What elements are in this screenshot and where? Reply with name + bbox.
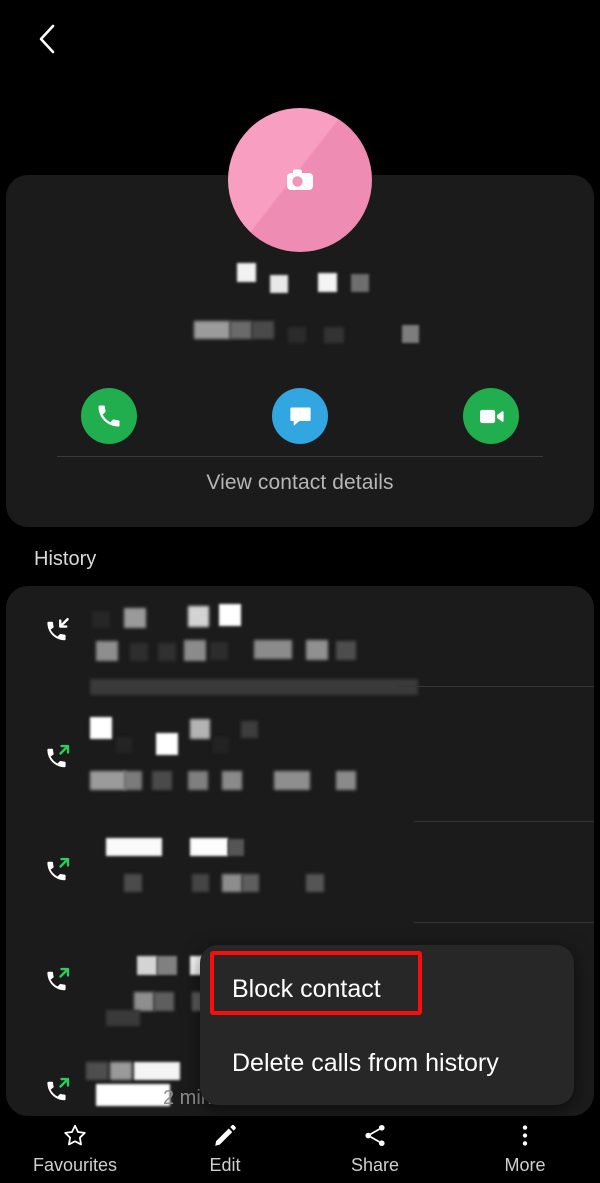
- camera-icon: [283, 165, 317, 195]
- history-heading: History: [34, 548, 97, 570]
- message-button[interactable]: [272, 388, 328, 444]
- contact-number-redacted: [6, 321, 594, 351]
- phone-icon: [98, 405, 120, 427]
- outgoing-call-icon: [42, 856, 72, 886]
- chevron-left-icon: [39, 24, 54, 54]
- context-menu: Block contact Delete calls from history: [200, 945, 574, 1105]
- top-bar: [0, 0, 600, 80]
- contact-action-buttons: [6, 388, 594, 444]
- share-icon: [362, 1123, 388, 1148]
- table-row[interactable]: [6, 824, 594, 942]
- card-divider: [57, 456, 543, 457]
- bottom-navigation-bar: Favourites Edit Share More: [0, 1116, 600, 1183]
- message-icon: [289, 407, 311, 426]
- nav-label-share: Share: [350, 1155, 400, 1175]
- star-icon: [62, 1123, 88, 1148]
- video-camera-icon: [479, 409, 504, 423]
- contact-name-redacted: [6, 263, 594, 297]
- call-button[interactable]: [81, 388, 137, 444]
- call-duration-bar-redacted: [90, 679, 418, 695]
- pencil-icon: [212, 1123, 238, 1148]
- nav-item-favourites[interactable]: Favourites: [0, 1116, 150, 1183]
- nav-label-more: More: [504, 1155, 546, 1175]
- outgoing-call-icon: [42, 1076, 72, 1106]
- nav-item-share[interactable]: Share: [300, 1116, 450, 1183]
- nav-label-favourites: Favourites: [32, 1155, 118, 1175]
- outgoing-call-icon: [42, 743, 72, 773]
- table-row[interactable]: [6, 711, 594, 841]
- nav-item-edit[interactable]: Edit: [150, 1116, 300, 1183]
- back-button[interactable]: [22, 14, 70, 64]
- menu-item-delete-calls[interactable]: Delete calls from history: [200, 1027, 574, 1099]
- video-call-button[interactable]: [463, 388, 519, 444]
- nav-label-edit: Edit: [209, 1155, 241, 1175]
- nav-item-more[interactable]: More: [450, 1116, 600, 1183]
- view-contact-details-link[interactable]: View contact details: [6, 471, 594, 495]
- more-vertical-icon: [512, 1123, 538, 1148]
- menu-item-block-contact[interactable]: Block contact: [200, 953, 574, 1025]
- outgoing-call-icon: [42, 966, 72, 996]
- incoming-call-icon: [42, 616, 72, 646]
- contact-avatar[interactable]: [228, 108, 372, 252]
- table-row[interactable]: [6, 586, 594, 728]
